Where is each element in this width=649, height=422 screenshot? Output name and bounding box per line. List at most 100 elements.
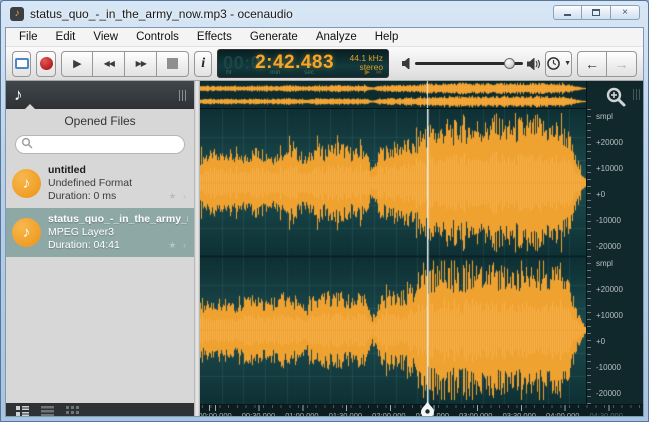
menu-generate[interactable]: Generate bbox=[241, 29, 307, 45]
menu-file[interactable]: File bbox=[10, 29, 47, 45]
panel-title: Opened Files bbox=[6, 109, 194, 131]
record-icon bbox=[40, 57, 53, 70]
menu-effects[interactable]: Effects bbox=[188, 29, 241, 45]
play-button[interactable]: ▶ bbox=[61, 51, 93, 77]
opened-files-list: ♪ untitled Undefined Format Duration: 0 … bbox=[6, 159, 194, 404]
scale-tick-label: -20000 bbox=[596, 389, 621, 398]
panel-pointer bbox=[24, 104, 36, 110]
waveform-main[interactable] bbox=[200, 109, 586, 404]
file-row-hints[interactable]: ★ › bbox=[168, 191, 188, 202]
app-icon: ♪ bbox=[10, 7, 24, 21]
maximize-button[interactable] bbox=[582, 5, 611, 20]
ruler-label: 03:00.000 bbox=[459, 411, 492, 417]
window-content: File Edit View Controls Effects Generate… bbox=[5, 27, 644, 417]
toolbar: ▶ ◀◀ ▶▶ i 00:0 2:42.483 hr min sec 44.1 … bbox=[6, 47, 643, 81]
music-note-icon[interactable]: ♪ bbox=[14, 85, 23, 105]
file-item-status-quo[interactable]: ♪ status_quo_-_in_the_army_now.... MPEG … bbox=[6, 208, 194, 257]
waveform-panel: smpl +20000 +10000 +0 -10000 -20000 smpl +2000… bbox=[200, 81, 643, 417]
view-mode-bar bbox=[6, 403, 194, 417]
panel-icon bbox=[15, 58, 29, 69]
file-duration: Duration: 04:41 bbox=[48, 239, 188, 252]
info-button[interactable]: i bbox=[194, 51, 212, 77]
audio-file-icon: ♪ bbox=[12, 169, 41, 198]
playhead-pin[interactable] bbox=[421, 401, 434, 417]
menu-controls[interactable]: Controls bbox=[127, 29, 188, 45]
menu-analyze[interactable]: Analyze bbox=[307, 29, 366, 45]
amplitude-scale: smpl +20000 +10000 +0 -10000 -20000 smpl +2000… bbox=[586, 81, 643, 404]
detail-list-view-icon[interactable] bbox=[16, 403, 29, 417]
file-row-hints[interactable]: ★ › bbox=[168, 240, 188, 251]
volume-slider[interactable] bbox=[415, 62, 523, 65]
menu-edit[interactable]: Edit bbox=[47, 29, 85, 45]
file-name: untitled bbox=[48, 164, 132, 177]
ruler-label: 02:00.000 bbox=[372, 411, 405, 417]
scale-tick-label: -10000 bbox=[596, 216, 621, 225]
time-value: 2:42.483 bbox=[255, 52, 334, 74]
ruler-label: 04:30.000 bbox=[590, 411, 623, 417]
file-name: status_quo_-_in_the_army_now.... bbox=[48, 213, 188, 226]
play-icon: ▶ bbox=[73, 57, 81, 70]
app-window: ♪ status_quo_-_in_the_army_now.mp3 - oce… bbox=[0, 0, 649, 422]
rewind-button[interactable]: ◀◀ bbox=[93, 51, 125, 77]
file-format: MPEG Layer3 bbox=[48, 226, 188, 239]
file-item-untitled[interactable]: ♪ untitled Undefined Format Duration: 0 … bbox=[6, 159, 194, 208]
close-icon: × bbox=[622, 7, 628, 18]
volume-control bbox=[402, 58, 540, 70]
fast-forward-icon: ▶▶ bbox=[136, 59, 146, 68]
scale-channel-left: smpl +20000 +10000 +0 -10000 -20000 bbox=[587, 109, 643, 257]
redo-forward-button[interactable]: → bbox=[607, 51, 637, 77]
scale-grip-icon[interactable] bbox=[633, 89, 640, 100]
sidebar: ♪ Opened Files ♪ untitled Undefined Form… bbox=[6, 81, 194, 417]
rewind-icon: ◀◀ bbox=[104, 59, 114, 68]
scale-tick-label: +0 bbox=[596, 190, 605, 199]
speaker-low-icon bbox=[402, 58, 411, 69]
stop-button[interactable] bbox=[157, 51, 189, 77]
drag-grip-icon[interactable] bbox=[179, 90, 186, 101]
waveform-overview[interactable] bbox=[200, 81, 586, 109]
menu-help[interactable]: Help bbox=[366, 29, 408, 45]
time-display: 00:0 2:42.483 hr min sec 44.1 kHz stereo… bbox=[217, 49, 389, 78]
grid-view-icon[interactable] bbox=[66, 403, 79, 417]
time-unit-hr: hr bbox=[226, 69, 232, 76]
arrow-right-icon: → bbox=[615, 56, 629, 72]
close-button[interactable]: × bbox=[611, 5, 640, 20]
maximize-icon bbox=[592, 9, 600, 16]
zoom-in-icon[interactable] bbox=[605, 86, 627, 108]
fast-forward-button[interactable]: ▶▶ bbox=[125, 51, 157, 77]
window-title: status_quo_-_in_the_army_now.mp3 - ocena… bbox=[30, 7, 293, 21]
record-button[interactable] bbox=[36, 51, 56, 77]
titlebar[interactable]: ♪ status_quo_-_in_the_army_now.mp3 - oce… bbox=[1, 1, 648, 27]
volume-knob[interactable] bbox=[504, 58, 515, 69]
time-format-button[interactable]: ▼ bbox=[545, 51, 572, 77]
ruler-label: 04:00.000 bbox=[546, 411, 579, 417]
minimize-button[interactable] bbox=[553, 5, 582, 20]
scale-tick-label: +20000 bbox=[596, 138, 623, 147]
search-input[interactable] bbox=[15, 135, 185, 154]
info-icon: i bbox=[201, 56, 205, 72]
stop-icon bbox=[167, 58, 178, 69]
undo-back-button[interactable]: ← bbox=[577, 51, 607, 77]
scale-tick-label: +10000 bbox=[596, 164, 623, 173]
scale-channel-right: smpl+20000+10000+0-10000-20000 bbox=[587, 257, 643, 405]
scale-tick-label: -10000 bbox=[596, 363, 621, 372]
speaker-high-icon bbox=[527, 58, 540, 70]
chevron-down-icon: ▼ bbox=[564, 60, 571, 67]
file-duration: Duration: 0 ms bbox=[48, 190, 132, 203]
scale-tick-label: -20000 bbox=[596, 242, 621, 251]
audio-file-icon: ♪ bbox=[12, 218, 41, 247]
menu-view[interactable]: View bbox=[84, 29, 127, 45]
time-unit-sec: sec bbox=[304, 69, 314, 76]
minimize-icon bbox=[564, 14, 571, 16]
scale-tick-label: +10000 bbox=[596, 311, 623, 320]
menubar: File Edit View Controls Effects Generate… bbox=[6, 28, 643, 47]
sidebar-toggle-button[interactable] bbox=[12, 51, 31, 77]
scale-tick-label: +20000 bbox=[596, 285, 623, 294]
loop-play-icons: ▶ ∞ bbox=[365, 68, 383, 76]
scale-tick-label: +0 bbox=[596, 337, 605, 346]
ruler-label: 00:30.000 bbox=[242, 411, 275, 417]
sidebar-header: ♪ bbox=[6, 81, 194, 109]
compact-list-view-icon[interactable] bbox=[41, 403, 54, 417]
ruler-label: 03:30.000 bbox=[503, 411, 536, 417]
scale-unit-label: smpl bbox=[596, 112, 613, 121]
time-unit-min: min bbox=[270, 69, 280, 76]
